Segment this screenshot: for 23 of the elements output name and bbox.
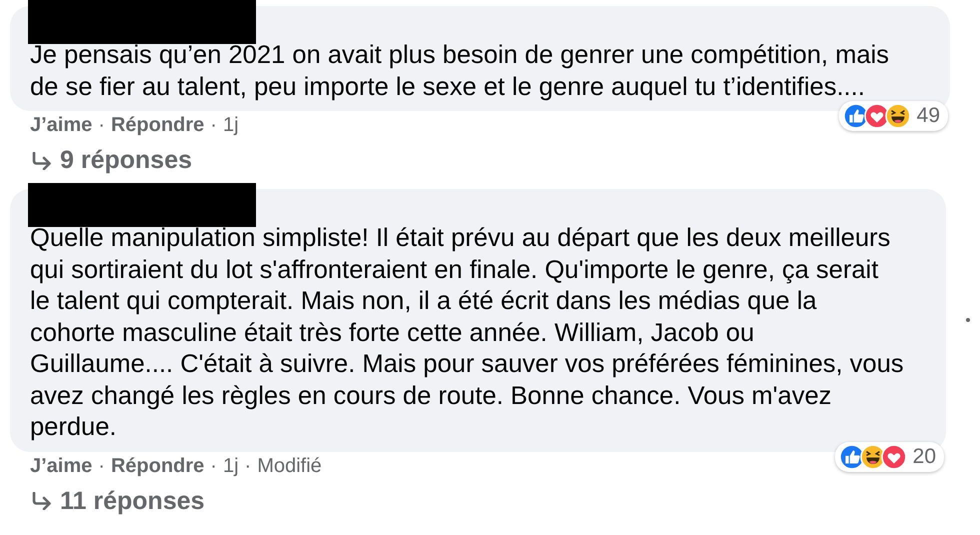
comment-info: 1j xyxy=(222,454,239,478)
more-options-icon[interactable] xyxy=(966,318,970,322)
separator-dot: · xyxy=(210,454,217,478)
laughing-face-icon xyxy=(884,103,911,129)
reply-arrow-icon xyxy=(30,492,52,510)
comment-action-link[interactable]: Répondre xyxy=(110,114,204,137)
heart-reaction-icon xyxy=(880,444,907,470)
reactions-summary[interactable]: 20 xyxy=(834,442,944,472)
view-replies-link[interactable]: 9 réponses xyxy=(60,146,192,175)
view-replies-link[interactable]: 11 réponses xyxy=(60,486,205,516)
comment-text: Quelle manipulation simpliste! Il était prévu au départ que les deux meilleurs qui sortiraient du lot s'affronteraient en finale. Qu'importe le genre, ça serait le talent qui compterait. Mais non, il a été écrit dans les médias que la cohorte masculine était très forte cette année. William, Jacob ou Guillaume.... C'était à suivre. Mais pour sauver vos préférées féminines, vous avez changé les règles en cours de route. Bonne chance. Vous m'avez perdue. xyxy=(30,223,905,443)
reply-arrow-icon xyxy=(30,152,52,170)
comment-info: Modifié xyxy=(257,454,322,478)
separator-dot: · xyxy=(210,114,217,137)
comment-action-link[interactable]: Répondre xyxy=(110,454,204,478)
reactions-summary[interactable]: 49 xyxy=(838,101,948,131)
separator-dot: · xyxy=(98,114,105,137)
comment-info: 1j xyxy=(222,114,239,137)
comment-action-link[interactable]: J’aime xyxy=(30,114,92,137)
separator-dot: · xyxy=(98,454,105,478)
separator-dot: · xyxy=(244,454,252,478)
comment-action-link[interactable]: J’aime xyxy=(30,454,92,478)
comment-text: Je pensais qu’en 2021 on avait plus besoin de genrer une compétition, mais de se fier au talent, peu importe le sexe et le genre auquel tu t’identifies.... xyxy=(30,40,890,102)
